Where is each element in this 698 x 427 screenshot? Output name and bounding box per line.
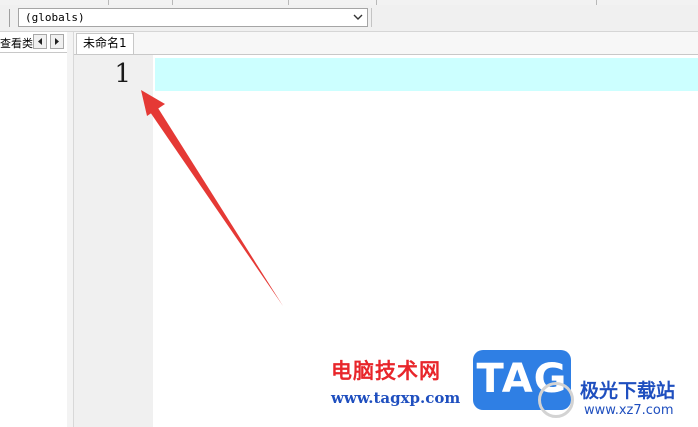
watermark-site-cn: 极光下载站	[580, 380, 676, 402]
watermark-brand-cn: 电脑技术网	[331, 359, 441, 383]
watermark-site-url: www.xz7.com	[584, 403, 674, 418]
watermark-brand-url: www.tagxp.com	[331, 389, 461, 407]
logo-ring-icon	[538, 382, 574, 418]
